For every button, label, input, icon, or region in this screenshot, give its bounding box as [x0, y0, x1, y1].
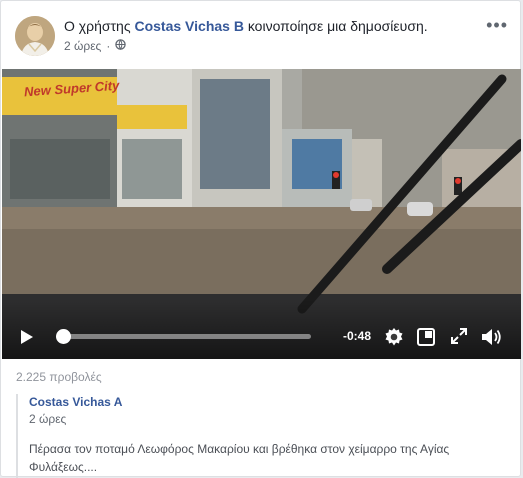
- video-player[interactable]: New Super City: [2, 69, 521, 359]
- shared-post-text: Πέρασα τον ποταμό Λεωφόρος Μακαρίου και …: [29, 442, 450, 474]
- post-header: Ο χρήστης Costas Vichas B κοινοποίησε μι…: [64, 18, 428, 34]
- video-frame: [2, 69, 521, 359]
- header-suffix: κοινοποίησε μια δημοσίευση.: [247, 18, 428, 34]
- picture-in-picture-icon[interactable]: [417, 328, 435, 351]
- header-prefix: Ο χρήστης: [64, 18, 131, 34]
- more-options-icon[interactable]: •••: [486, 15, 508, 36]
- dot-separator: ·: [106, 39, 111, 53]
- shared-timestamp[interactable]: 2 ώρες: [29, 412, 508, 426]
- globe-icon[interactable]: [115, 39, 127, 53]
- view-count: 2.225 προβολές: [16, 370, 102, 384]
- shared-author-link[interactable]: Costas Vichas A: [29, 395, 508, 409]
- fullscreen-icon[interactable]: [451, 328, 467, 349]
- post-timestamp[interactable]: 2 ώρες: [64, 39, 101, 53]
- progress-track[interactable]: [63, 334, 311, 339]
- time-remaining: -0:48: [343, 329, 372, 343]
- progress-scrubber[interactable]: [56, 329, 71, 344]
- play-icon[interactable]: [19, 329, 35, 350]
- post-card: Ο χρήστης Costas Vichas B κοινοποίησε μι…: [0, 0, 521, 478]
- settings-icon[interactable]: [384, 327, 404, 352]
- avatar[interactable]: [15, 16, 55, 56]
- post-meta: 2 ώρες ·: [64, 39, 127, 53]
- post-author-link[interactable]: Costas Vichas B: [134, 18, 243, 34]
- shared-post: Costas Vichas A 2 ώρες Πέρασα τον ποταμό…: [16, 394, 508, 478]
- volume-icon[interactable]: [481, 327, 503, 352]
